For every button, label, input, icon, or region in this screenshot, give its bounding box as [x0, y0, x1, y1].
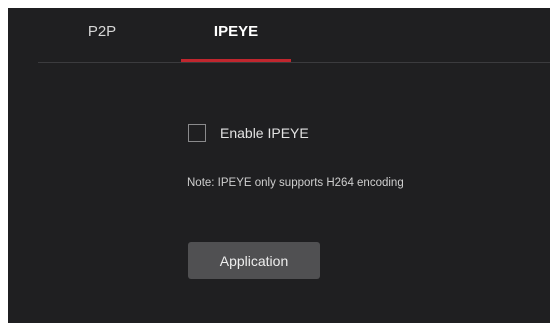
enable-ipeye-label: Enable IPEYE	[220, 125, 309, 141]
enable-ipeye-option[interactable]: Enable IPEYE	[188, 122, 309, 144]
enable-ipeye-checkbox[interactable]	[188, 124, 206, 142]
tab-ipeye[interactable]: IPEYE	[181, 8, 291, 62]
settings-panel: P2P IPEYE Enable IPEYE Note: IPEYE only …	[8, 8, 550, 323]
active-tab-indicator	[181, 59, 291, 62]
encoding-note: Note: IPEYE only supports H264 encoding	[187, 177, 404, 189]
application-button[interactable]: Application	[188, 242, 320, 279]
tab-bar: P2P IPEYE	[38, 8, 550, 63]
tab-p2p[interactable]: P2P	[66, 8, 138, 62]
